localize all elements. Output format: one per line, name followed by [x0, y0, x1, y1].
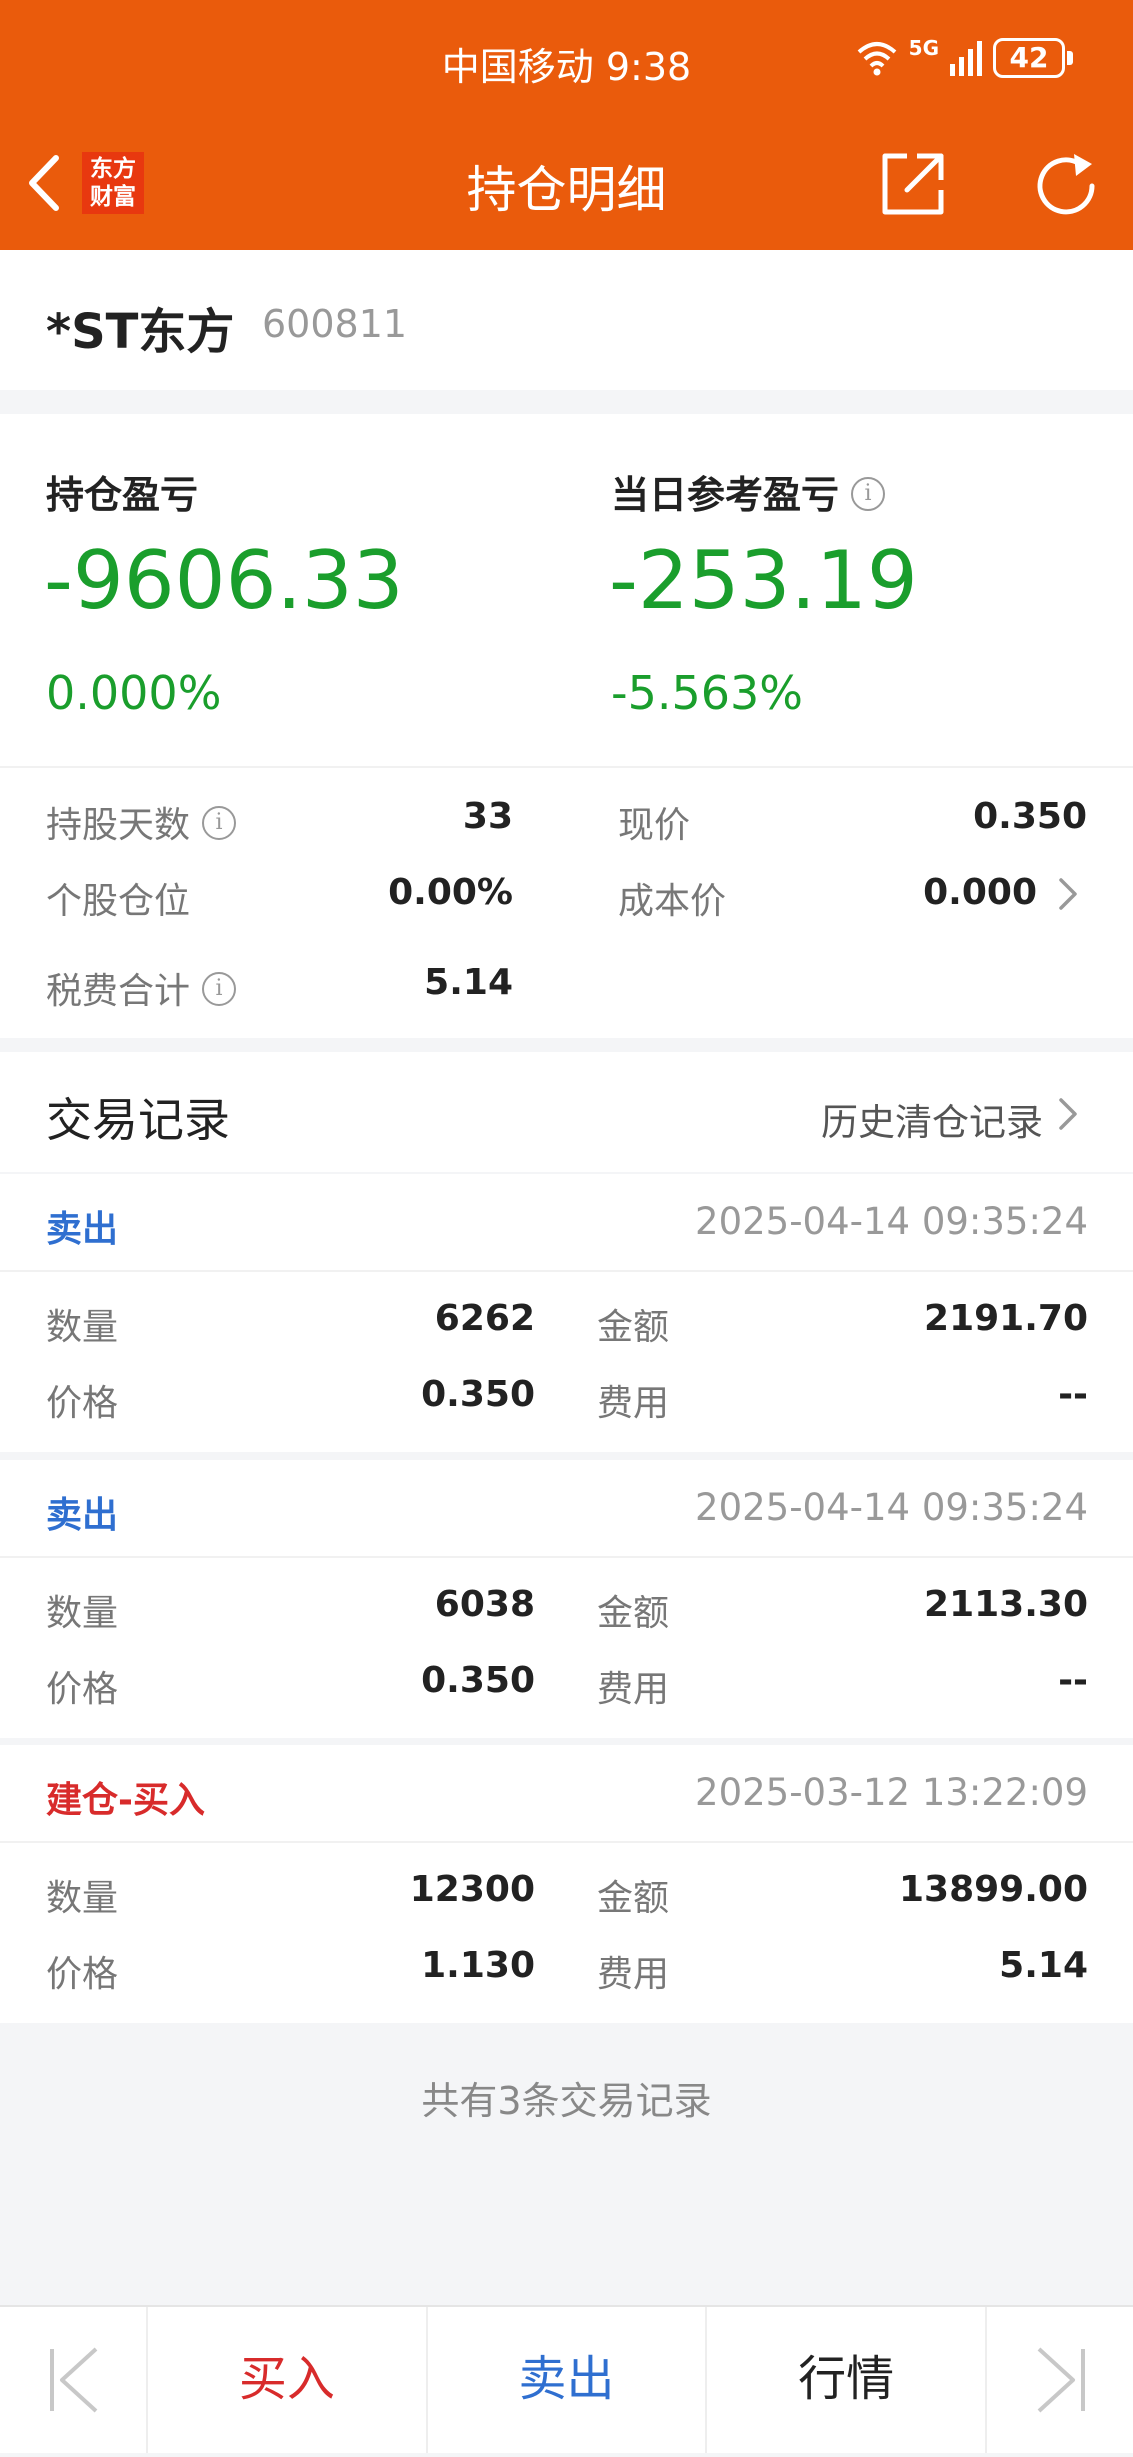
price-label: 价格	[46, 1954, 119, 1995]
transaction-item[interactable]: 卖出 2025-04-14 09:35:24 数量 6038 金额 2113.3…	[0, 1460, 1133, 1738]
amount-value: 2191.70	[924, 1298, 1088, 1339]
bottom-action-bar: 买入 卖出 行情	[0, 2305, 1133, 2453]
transaction-item[interactable]: 建仓-买入 2025-03-12 13:22:09 数量 12300 金额 13…	[0, 1745, 1133, 2023]
current-price-label: 现价	[618, 805, 691, 846]
price-value: 0.350	[421, 1660, 535, 1701]
transaction-item[interactable]: 卖出 2025-04-14 09:35:24 数量 6262 金额 2191.7…	[0, 1174, 1133, 1452]
history-clear-link[interactable]: 历史清仓记录	[821, 1092, 1043, 1146]
daily-pnl-label: 当日参考盈亏 i	[611, 464, 886, 519]
amount-label: 金额	[597, 1593, 670, 1634]
divider	[0, 766, 1133, 768]
last-page-icon	[1037, 2347, 1086, 2413]
battery-level: 42	[993, 38, 1065, 78]
fee-label: 费用	[597, 1954, 670, 1995]
position-summary: 持仓盈亏 -9606.33 0.000% 当日参考盈亏 i -253.19 -5.…	[0, 414, 1133, 1038]
quote-button[interactable]: 行情	[707, 2307, 985, 2453]
info-icon[interactable]: i	[202, 806, 237, 840]
network-label: 5G	[908, 36, 939, 60]
prev-stock-button[interactable]	[0, 2307, 148, 2453]
transactions-count: 共有3条交易记录	[421, 2079, 712, 2123]
first-page-icon	[50, 2347, 98, 2413]
wifi-icon	[857, 42, 896, 76]
holding-days-label: 持股天数 i	[46, 796, 237, 848]
amount-value: 13899.00	[898, 1869, 1088, 1910]
transaction-type: 卖出	[46, 1495, 119, 1536]
fee-label: 费用	[597, 1383, 670, 1424]
fees-value: 5.14	[424, 962, 513, 1003]
signal-icon	[950, 41, 982, 76]
holding-days-value: 33	[462, 796, 513, 837]
quantity-label: 数量	[46, 1878, 119, 1919]
share-icon[interactable]	[877, 148, 949, 220]
cost-price-value[interactable]: 0.000	[923, 872, 1037, 913]
price-label: 价格	[46, 1383, 119, 1424]
battery-icon: 42	[993, 38, 1073, 78]
status-icons: 5G 42	[855, 36, 1073, 78]
buy-button[interactable]: 买入	[148, 2307, 428, 2453]
fee-value: 5.14	[999, 1945, 1088, 1986]
transaction-time: 2025-04-14 09:35:24	[695, 1486, 1088, 1529]
quantity-value: 6262	[434, 1298, 535, 1339]
chevron-right-icon[interactable]	[1053, 1094, 1083, 1134]
daily-pnl-value: -253.19	[609, 534, 918, 627]
quantity-label: 数量	[46, 1593, 119, 1634]
chevron-right-icon[interactable]	[1053, 874, 1083, 914]
quantity-label: 数量	[46, 1307, 119, 1348]
daily-pnl-pct: -5.563%	[611, 666, 803, 720]
sell-button[interactable]: 卖出	[428, 2307, 708, 2453]
transaction-time: 2025-04-14 09:35:24	[695, 1200, 1088, 1243]
fee-value: --	[1058, 1374, 1088, 1415]
fee-value: --	[1058, 1660, 1088, 1701]
transactions-title: 交易记录	[46, 1093, 230, 1147]
stock-name: *ST东方	[46, 304, 235, 360]
fees-label: 税费合计 i	[46, 962, 237, 1014]
position-ratio-label: 个股仓位	[46, 881, 191, 922]
position-ratio-value: 0.00%	[388, 872, 513, 913]
transaction-type: 卖出	[46, 1209, 119, 1250]
price-label: 价格	[46, 1669, 119, 1710]
info-icon[interactable]: i	[851, 476, 886, 511]
transaction-type: 建仓-买入	[46, 1780, 205, 1821]
info-icon[interactable]: i	[202, 972, 237, 1006]
position-pnl-label: 持仓盈亏	[46, 473, 199, 517]
page-title: 持仓明细	[466, 161, 667, 219]
position-pnl-value: -9606.33	[44, 534, 404, 627]
transaction-time: 2025-03-12 13:22:09	[695, 1771, 1088, 1814]
price-value: 1.130	[421, 1945, 535, 1986]
quantity-value: 12300	[409, 1869, 535, 1910]
amount-value: 2113.30	[924, 1584, 1088, 1625]
app-header: 中国移动 9:38 5G 42 东方 财富 持仓明细	[0, 0, 1133, 250]
refresh-icon[interactable]	[1030, 150, 1102, 222]
amount-label: 金额	[597, 1307, 670, 1348]
fee-label: 费用	[597, 1669, 670, 1710]
next-stock-button[interactable]	[985, 2307, 1133, 2453]
current-price-value: 0.350	[973, 796, 1087, 837]
position-pnl-pct: 0.000%	[46, 666, 222, 720]
price-value: 0.350	[421, 1374, 535, 1415]
quantity-value: 6038	[434, 1584, 535, 1625]
amount-label: 金额	[597, 1878, 670, 1919]
cost-price-label[interactable]: 成本价	[618, 872, 726, 924]
stock-info: *ST东方 600811	[0, 250, 1133, 390]
stock-code: 600811	[262, 302, 408, 346]
transactions-header: 交易记录 历史清仓记录	[0, 1052, 1133, 1172]
